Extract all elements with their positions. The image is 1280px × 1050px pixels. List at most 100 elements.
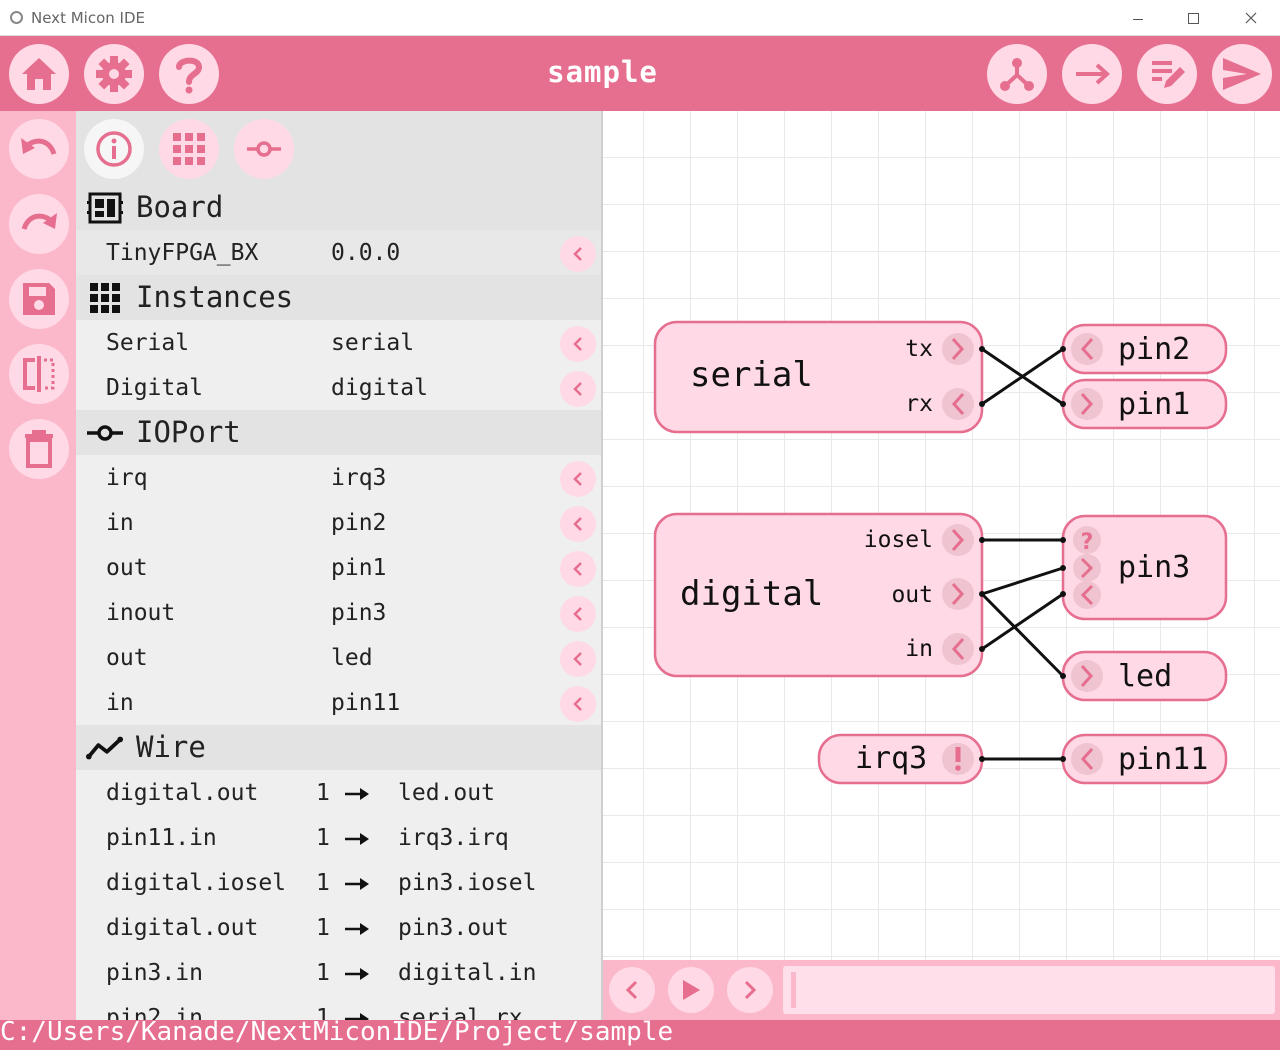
ioport-name: irq3 — [331, 465, 387, 491]
ioport-icon — [86, 417, 124, 449]
ioport-direction: out — [106, 645, 148, 671]
ioport-expand-button[interactable] — [560, 641, 596, 677]
wire-row[interactable]: digital.iosel 1 pin3.iosel — [76, 860, 601, 905]
wire-out-pin3[interactable] — [981, 566, 1064, 596]
pin1-block[interactable]: pin1 — [1061, 378, 1228, 430]
wire-out-led[interactable] — [980, 592, 1065, 678]
arrow-right-icon — [1076, 63, 1110, 85]
save-icon — [23, 283, 55, 315]
ioport-expand-button[interactable] — [560, 506, 596, 542]
digital-block[interactable]: digital iosel out in — [653, 512, 984, 678]
pin3-block[interactable]: ? pin3 — [1061, 514, 1228, 621]
section-ioport: IOPort — [76, 410, 601, 455]
window-titlebar: Next Micon IDE — [0, 0, 1280, 36]
digital-label: digital — [680, 574, 823, 614]
wire-to: led.out — [398, 780, 495, 806]
port-label: out — [891, 582, 933, 608]
port-label: tx — [905, 336, 933, 362]
wire-row[interactable]: pin11.in 1 irq3.irq — [76, 815, 601, 860]
ioport-name: pin2 — [331, 510, 387, 536]
redo-button[interactable] — [9, 194, 69, 254]
port-out-tx[interactable] — [942, 333, 974, 365]
serial-block[interactable]: serial tx rx — [653, 320, 984, 434]
chevron-left-icon — [573, 382, 582, 396]
wire-width: 1 — [316, 825, 330, 851]
port-out-out[interactable] — [942, 578, 974, 610]
led-block[interactable]: led — [1061, 650, 1228, 702]
ioport-direction: in — [106, 510, 134, 536]
instance-expand-button[interactable] — [560, 326, 596, 362]
wire-row[interactable]: digital.out 1 pin3.out — [76, 905, 601, 950]
next-step-button[interactable] — [1062, 44, 1122, 104]
wire-from: digital.out — [106, 780, 259, 806]
graph-button[interactable] — [987, 44, 1047, 104]
save-button[interactable] — [9, 269, 69, 329]
close-icon — [1245, 12, 1257, 24]
exclamation-icon — [955, 747, 961, 762]
pin2-block[interactable]: pin2 — [1061, 323, 1228, 375]
timeline-track[interactable] — [783, 966, 1275, 1014]
graph-icon — [1000, 58, 1034, 91]
board-row: TinyFPGA_BX 0.0.0 — [76, 230, 601, 275]
flip-button[interactable] — [9, 344, 69, 404]
step-forward-button[interactable] — [727, 967, 773, 1013]
pin11-block[interactable]: pin11 — [1061, 733, 1228, 785]
ioport-expand-button[interactable] — [560, 596, 596, 632]
redo-icon — [21, 213, 57, 230]
arrow-right-icon — [345, 923, 369, 935]
ioport-expand-button[interactable] — [560, 551, 596, 587]
close-button[interactable] — [1228, 2, 1274, 34]
instance-type: Digital — [106, 375, 203, 401]
panel-tabs — [76, 111, 601, 187]
pin-label: pin11 — [1118, 742, 1208, 777]
timeline-cursor[interactable] — [791, 972, 796, 1008]
port-in-rx[interactable] — [942, 388, 974, 420]
wire-row[interactable]: pin3.in 1 digital.in — [76, 950, 601, 995]
play-icon — [683, 980, 700, 1000]
tool-column — [0, 111, 76, 1020]
pin-label: pin3 — [1118, 550, 1190, 585]
step-back-button[interactable] — [609, 967, 655, 1013]
chevron-left-icon — [573, 697, 582, 711]
tab-ioport[interactable] — [234, 119, 294, 179]
ioport-direction: in — [106, 690, 134, 716]
window-title: Next Micon IDE — [31, 9, 145, 27]
delete-button[interactable] — [9, 419, 69, 479]
status-bar: C:/Users/Kanade/NextMiconIDE/Project/sam… — [0, 1017, 1280, 1050]
play-button[interactable] — [668, 967, 714, 1013]
tab-info[interactable] — [84, 119, 144, 179]
irq3-label: irq3 — [855, 741, 927, 776]
edit-button[interactable] — [1137, 44, 1197, 104]
ioport-name: led — [331, 645, 373, 671]
ioport-expand-button[interactable] — [560, 686, 596, 722]
ioport-expand-button[interactable] — [560, 461, 596, 497]
chevron-right-icon — [744, 980, 757, 1000]
chevron-left-icon — [573, 247, 582, 261]
undo-button[interactable] — [9, 119, 69, 179]
pin-label: pin1 — [1118, 387, 1190, 422]
port-out-iosel[interactable] — [942, 524, 974, 556]
instance-expand-button[interactable] — [560, 371, 596, 407]
maximize-button[interactable] — [1170, 2, 1216, 34]
chevron-left-icon — [573, 562, 582, 576]
wire-to: pin3.iosel — [398, 870, 537, 896]
schematic-canvas[interactable]: serial tx rx digital iosel out in irq3 p… — [603, 111, 1280, 960]
wire-row[interactable]: digital.out 1 led.out — [76, 770, 601, 815]
grid-icon — [173, 133, 205, 165]
wire-icon — [86, 732, 124, 764]
minimize-button[interactable] — [1114, 2, 1160, 34]
ioport-icon — [247, 141, 281, 157]
wire-pin3-in[interactable] — [981, 592, 1064, 651]
player-bar — [603, 960, 1280, 1020]
section-instances: Instances — [76, 275, 601, 320]
board-expand-button[interactable] — [560, 236, 596, 272]
wire-from: digital.out — [106, 915, 259, 941]
port-in-in[interactable] — [942, 633, 974, 665]
ioport-direction: irq — [106, 465, 148, 491]
tab-instances[interactable] — [159, 119, 219, 179]
wire-width: 1 — [316, 870, 330, 896]
info-icon — [96, 131, 132, 167]
send-button[interactable] — [1212, 44, 1272, 104]
irq3-block[interactable]: irq3 — [817, 733, 984, 785]
ioport-direction: out — [106, 555, 148, 581]
